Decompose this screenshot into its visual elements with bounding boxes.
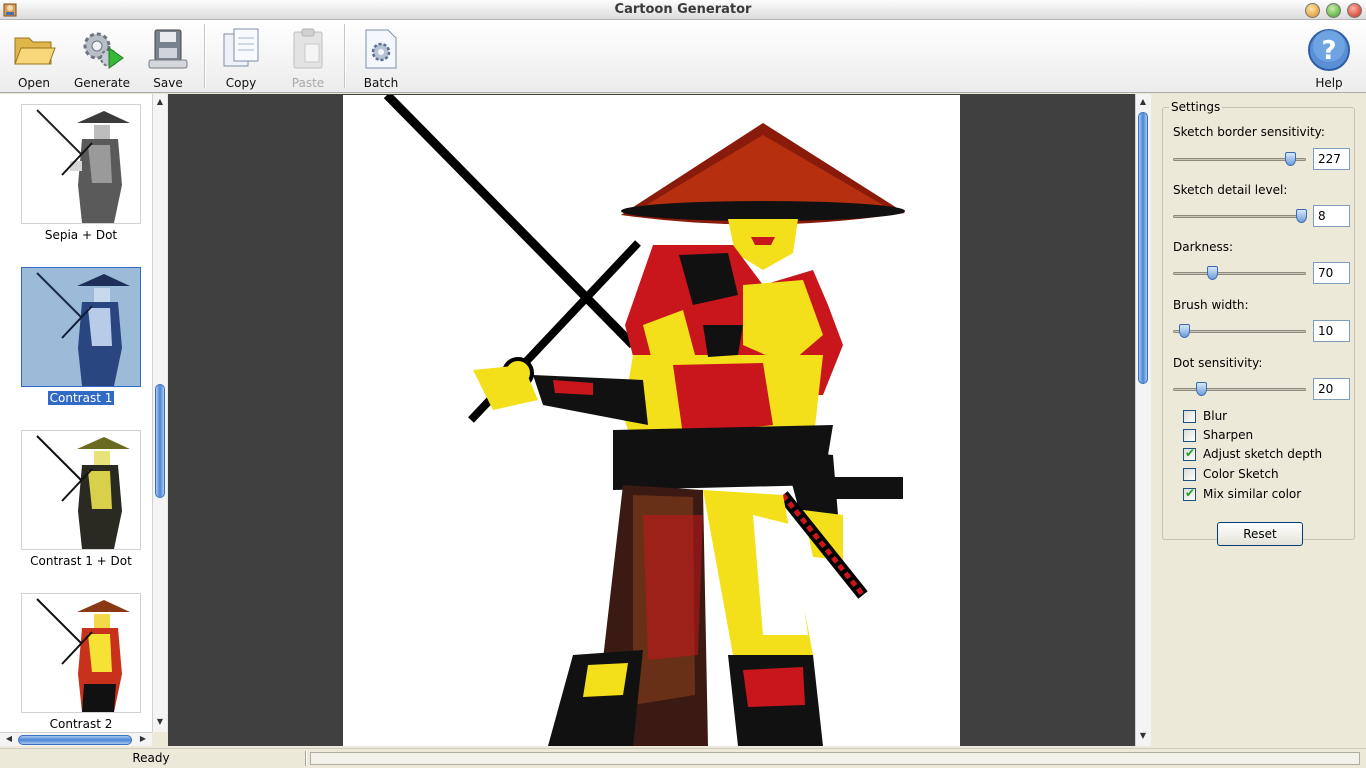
slider-track	[1173, 215, 1306, 218]
settings-group: Settings Sketch border sensitivity: 227 …	[1162, 100, 1355, 546]
slider-knob[interactable]	[1295, 209, 1307, 223]
help-icon: ?	[1308, 29, 1350, 71]
thumbnail-item-contrast-1[interactable]: Contrast 1	[20, 267, 142, 407]
slider-knob[interactable]	[1206, 266, 1218, 280]
status-bar: Ready	[0, 748, 1366, 768]
slider-knob[interactable]	[1178, 324, 1190, 338]
slider-track	[1173, 388, 1306, 391]
slider-knob[interactable]	[1195, 382, 1207, 396]
checkbox-box[interactable]	[1183, 410, 1196, 423]
sketch-border-sensitivity-slider[interactable]	[1173, 149, 1306, 169]
thumbnail-item-contrast-2[interactable]: Contrast 2	[20, 593, 142, 733]
cartoon-preview-image	[343, 95, 960, 746]
app-window: Cartoon Generator Open Generate Save Cop…	[0, 0, 1366, 768]
darkness-slider[interactable]	[1173, 263, 1306, 283]
thumbnail-vertical-scrollbar[interactable]: ▲ ▼	[152, 94, 167, 732]
thumbnail-label: Sepia + Dot	[44, 228, 118, 242]
gear-play-icon	[83, 32, 124, 69]
scrollbar-thumb[interactable]	[155, 384, 165, 498]
checkbox-box[interactable]	[1183, 486, 1196, 501]
darkness-label: Darkness:	[1173, 240, 1234, 254]
thumbnail-item-contrast-1-dot[interactable]: Contrast 1 + Dot	[20, 430, 142, 570]
thumbnail-label: Contrast 1	[46, 390, 116, 406]
reset-button[interactable]: Reset	[1217, 522, 1303, 546]
status-text: Ready	[132, 751, 170, 765]
maximize-button[interactable]	[1326, 3, 1341, 18]
save-button[interactable]: Save	[140, 24, 196, 90]
sketch-detail-level-label: Sketch detail level:	[1173, 183, 1288, 197]
copy-icon	[223, 28, 259, 67]
open-button[interactable]: Open	[6, 24, 62, 90]
dot-sensitivity-slider[interactable]	[1173, 379, 1306, 399]
brush-width-slider[interactable]	[1173, 321, 1306, 341]
thumbnail-label: Contrast 2	[49, 717, 113, 731]
thumbnail-item-sepia-dot[interactable]: Sepia + Dot	[20, 104, 142, 244]
copy-button[interactable]: Copy	[213, 24, 269, 90]
folder-icon	[14, 37, 56, 65]
canvas-vertical-scrollbar[interactable]: ▲ ▼	[1135, 94, 1151, 746]
toolbar-separator	[344, 24, 346, 88]
window-title: Cartoon Generator	[614, 2, 752, 17]
settings-title: Settings	[1169, 100, 1223, 114]
thumbnail-image	[21, 430, 141, 550]
scrollbar-thumb[interactable]	[1138, 112, 1148, 384]
slider-knob[interactable]	[1285, 152, 1297, 166]
checkbox-box[interactable]	[1183, 429, 1196, 442]
sketch-detail-level-input[interactable]: 8	[1313, 205, 1350, 227]
title-bar: Cartoon Generator	[0, 0, 1366, 20]
svg-text:?: ?	[1321, 36, 1336, 66]
thumbnail-image	[21, 267, 141, 387]
paste-icon	[293, 28, 323, 69]
darkness-input[interactable]: 70	[1313, 262, 1350, 284]
status-separator	[305, 751, 307, 766]
scroll-left-arrow-icon[interactable]: ◀	[3, 733, 15, 745]
scroll-up-arrow-icon[interactable]: ▲	[154, 96, 166, 108]
thumbnail-image	[21, 593, 141, 713]
paste-button[interactable]: Paste	[280, 24, 336, 90]
scroll-right-arrow-icon[interactable]: ▶	[137, 733, 149, 745]
generate-button[interactable]: Generate	[74, 24, 130, 90]
scroll-down-arrow-icon[interactable]: ▼	[154, 716, 166, 728]
batch-gear-icon	[365, 29, 397, 69]
dot-sensitivity-input[interactable]: 20	[1313, 378, 1350, 400]
scroll-up-arrow-icon[interactable]: ▲	[1137, 96, 1149, 108]
help-button[interactable]: ? Help	[1302, 24, 1356, 90]
settings-panel: Settings Sketch border sensitivity: 227 …	[1152, 94, 1366, 746]
checkbox-box[interactable]	[1183, 446, 1196, 461]
toolbar-separator	[204, 24, 206, 88]
brush-width-label: Brush width:	[1173, 298, 1249, 312]
sketch-border-sensitivity-input[interactable]: 227	[1313, 148, 1350, 170]
scroll-down-arrow-icon[interactable]: ▼	[1137, 730, 1149, 742]
batch-button[interactable]: Batch	[353, 24, 409, 90]
minimize-button[interactable]	[1305, 3, 1320, 18]
sketch-border-sensitivity-label: Sketch border sensitivity:	[1173, 125, 1325, 139]
brush-width-input[interactable]: 10	[1313, 320, 1350, 342]
slider-track	[1173, 330, 1306, 333]
thumbnail-label: Contrast 1 + Dot	[30, 554, 132, 568]
toolbar: Open Generate Save Copy Paste Batch ? He…	[0, 20, 1366, 93]
image-canvas[interactable]	[168, 94, 1135, 746]
slider-track	[1173, 272, 1306, 275]
thumbnail-image	[21, 104, 141, 224]
close-button[interactable]	[1347, 3, 1362, 18]
checkbox-box[interactable]	[1183, 468, 1196, 481]
dot-sensitivity-label: Dot sensitivity:	[1173, 356, 1263, 370]
thumbnail-horizontal-scrollbar[interactable]: ◀ ▶	[0, 732, 152, 746]
progress-bar	[310, 752, 1360, 765]
floppy-disk-icon	[148, 29, 188, 69]
sketch-detail-level-slider[interactable]	[1173, 206, 1307, 226]
scrollbar-thumb[interactable]	[18, 735, 132, 745]
thumbnail-list: Sepia + Dot Contrast 1 Contrast 1 + Dot …	[0, 94, 167, 732]
